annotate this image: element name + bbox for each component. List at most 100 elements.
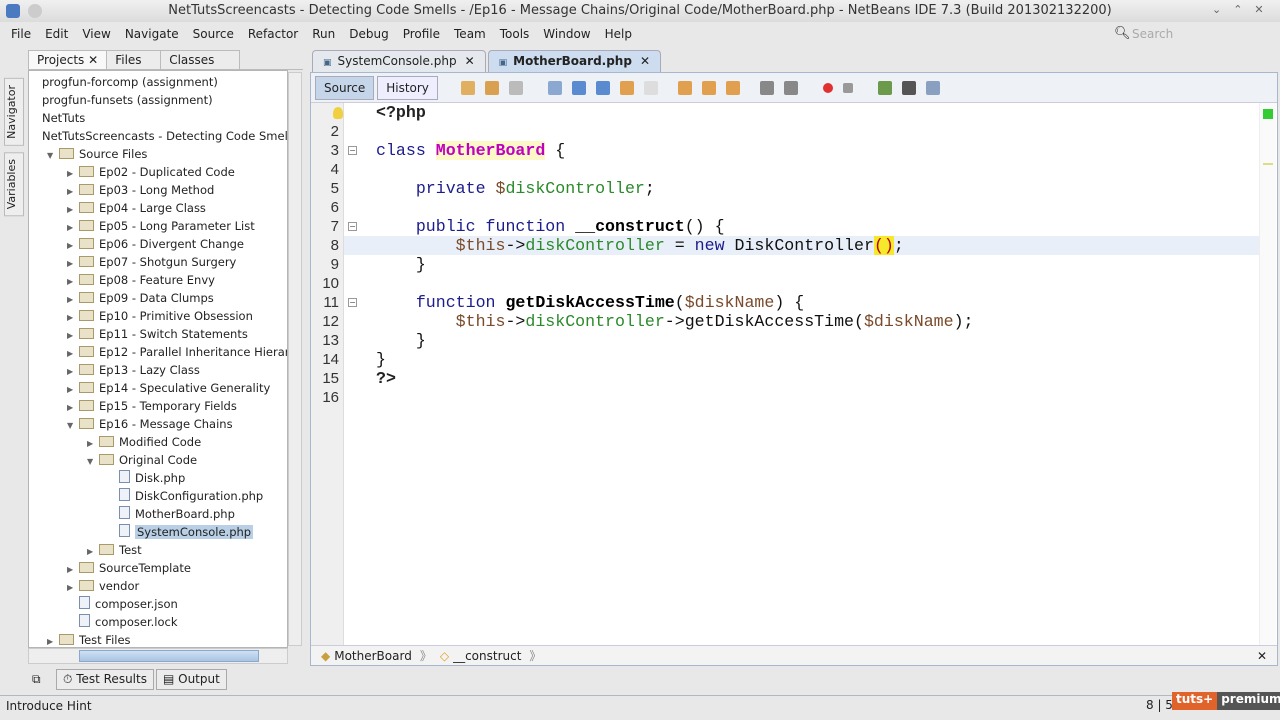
source-mode-button[interactable]: Source [315,75,375,100]
close-tab-icon[interactable]: ✕ [640,54,650,68]
tree-item[interactable]: ▶ Test [87,541,142,559]
back-icon[interactable] [484,80,499,95]
tab-classes[interactable]: Classes [160,50,241,69]
menu-file[interactable]: File [4,27,38,41]
next-bookmark-icon[interactable] [701,80,716,95]
database-icon[interactable] [925,80,940,95]
collapse-icon[interactable]: ▼ [67,417,79,435]
fold-toggle-icon[interactable]: − [348,146,357,155]
window-controls[interactable]: ⌄⌃✕ [1212,3,1276,16]
code-line[interactable]: ?> [344,369,1259,388]
toggle-bookmark-icon[interactable] [725,80,740,95]
last-edit-icon[interactable] [460,80,475,95]
menu-team[interactable]: Team [447,27,493,41]
code-line[interactable]: } [344,350,1259,369]
close-icon[interactable]: ✕ [88,53,98,67]
collapse-icon[interactable]: ▼ [87,453,99,471]
code-line[interactable] [344,198,1259,217]
tree-item[interactable]: ▶Ep12 - Parallel Inheritance Hierarchies [67,343,287,361]
tree-item[interactable]: ▶ Ep15 - Temporary Fields [67,397,237,415]
history-mode-button[interactable]: History [377,75,438,100]
fold-toggle-icon[interactable]: − [348,222,357,231]
editor-tab[interactable]: ▣ SystemConsole.php ✕ [312,50,486,72]
shift-right-icon[interactable] [783,80,798,95]
tree-item[interactable]: ▶ Ep05 - Long Parameter List [67,217,255,235]
tree-item[interactable]: NetTuts [31,109,85,127]
tree-item[interactable]: ▶ SourceTemplate [67,559,191,577]
code-line[interactable] [344,274,1259,293]
tree-item[interactable]: composer.lock [67,613,178,631]
tree-horizontal-scrollbar[interactable] [28,648,288,664]
menu-help[interactable]: Help [598,27,639,41]
tree-item[interactable]: MotherBoard.php [107,505,235,523]
rect-select-icon[interactable] [643,80,658,95]
tab-projects[interactable]: Projects ✕ [28,50,108,69]
scroll-thumb[interactable] [79,650,259,662]
menu-profile[interactable]: Profile [396,27,447,41]
tree-item[interactable]: NetTutsScreencasts - Detecting Code Smel… [31,127,287,145]
comment-icon[interactable] [877,80,892,95]
code-line[interactable]: } [344,255,1259,274]
tree-item[interactable]: ▶ Ep09 - Data Clumps [67,289,214,307]
code-line[interactable]: } [344,331,1259,350]
stop-macro-icon[interactable] [842,82,853,93]
navigator-tab[interactable]: Navigator [4,78,24,146]
menu-view[interactable]: View [75,27,117,41]
menu-tools[interactable]: Tools [493,27,537,41]
expand-icon[interactable]: ▶ [47,633,59,647]
tree-item[interactable]: ▼ Original Code [87,451,197,469]
code-editor[interactable]: Source History 12345678910111213141516 <… [310,72,1278,666]
menu-run[interactable]: Run [305,27,342,41]
code-line[interactable]: $this->diskController->getDiskAccessTime… [344,312,1259,331]
code-line[interactable]: private $diskController; [344,179,1259,198]
tree-item[interactable]: ▶ Ep11 - Switch Statements [67,325,248,343]
menu-refactor[interactable]: Refactor [241,27,305,41]
tree-item[interactable]: ▶ Ep03 - Long Method [67,181,214,199]
test-results-tab[interactable]: ⏱ Test Results [56,669,154,690]
shift-left-icon[interactable] [759,80,774,95]
menu-navigate[interactable]: Navigate [118,27,186,41]
breadcrumb-method[interactable]: __construct [453,649,521,663]
code-area[interactable]: <?php class MotherBoard { private $diskCo… [344,103,1259,645]
editor-tab[interactable]: ▣ MotherBoard.php ✕ [487,50,662,72]
tree-item[interactable]: ▼ Ep16 - Message Chains [67,415,233,433]
menu-source[interactable]: Source [186,27,241,41]
breadcrumb-class[interactable]: MotherBoard [334,649,412,663]
prev-bookmark-icon[interactable] [677,80,692,95]
tree-item[interactable]: composer.json [67,595,178,613]
tree-item[interactable]: progfun-forcomp (assignment) [31,73,218,91]
close-tab-icon[interactable]: ✕ [465,54,475,68]
error-stripe[interactable] [1259,103,1276,645]
code-line[interactable]: public function __construct() { [344,217,1259,236]
tree-item[interactable]: ▶ Ep08 - Feature Envy [67,271,215,289]
tree-item[interactable]: ▶ Ep13 - Lazy Class [67,361,200,379]
tree-item[interactable]: Disk.php [107,469,185,487]
hint-bulb-icon[interactable] [333,107,343,119]
tree-item[interactable]: ▶ Ep04 - Large Class [67,199,206,217]
code-line[interactable] [344,388,1259,407]
code-line[interactable] [344,122,1259,141]
toggle-highlight-icon[interactable] [619,80,634,95]
tree-item[interactable]: progfun-funsets (assignment) [31,91,213,109]
menu-debug[interactable]: Debug [342,27,395,41]
find-next-icon[interactable] [595,80,610,95]
find-previous-icon[interactable] [571,80,586,95]
code-line[interactable]: <?php [344,103,1259,122]
search-input[interactable]: Search [1110,25,1275,43]
tree-item[interactable]: ▶ Ep06 - Divergent Change [67,235,244,253]
variables-tab[interactable]: Variables [4,151,24,217]
collapse-icon[interactable]: ▼ [47,147,59,165]
close-breadcrumb-icon[interactable]: ✕ [1257,649,1267,663]
code-line[interactable]: $this->diskController = new DiskControll… [344,236,1259,255]
uncomment-icon[interactable] [901,80,916,95]
find-icon[interactable] [547,80,562,95]
tree-item[interactable]: SystemConsole.php [107,523,254,541]
minimize-dot-button[interactable] [28,4,42,18]
tree-item[interactable]: ▶ Ep14 - Speculative Generality [67,379,270,397]
record-macro-icon[interactable] [822,82,833,93]
tab-files[interactable]: Files [106,50,162,69]
code-line[interactable]: function getDiskAccessTime($diskName) { [344,293,1259,312]
code-line[interactable] [344,160,1259,179]
tree-item[interactable]: ▶ Test Files [47,631,131,647]
output-tab[interactable]: ▤ Output [155,669,227,690]
